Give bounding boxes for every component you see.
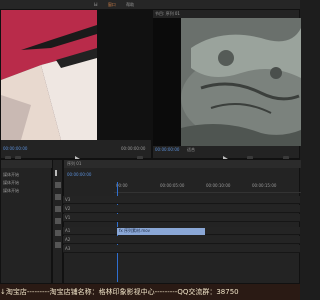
source-duration: 00:00:00:00 bbox=[121, 146, 146, 151]
program-monitor-panel: 节目: 序列 01 00:00:00:00 适合 bbox=[152, 9, 301, 162]
track-label-v3[interactable]: V3 bbox=[65, 197, 70, 202]
program-video-frame bbox=[181, 18, 301, 146]
slip-tool-icon[interactable] bbox=[55, 218, 61, 224]
menu-item-1[interactable]: Ы bbox=[94, 2, 98, 7]
project-row-1[interactable]: 媒体开始 bbox=[3, 172, 19, 177]
program-timecode[interactable]: 00:00:00:00 bbox=[155, 147, 179, 152]
pen-tool-icon[interactable] bbox=[55, 230, 61, 236]
project-panel: 媒体开始 媒体开始 媒体开始 bbox=[0, 159, 53, 284]
tools-panel bbox=[52, 159, 63, 284]
program-title[interactable]: 节目: 序列 01 bbox=[155, 11, 180, 16]
track-v2: V2 bbox=[63, 205, 300, 213]
project-row-2[interactable]: 媒体开始 bbox=[3, 180, 19, 185]
track-label-v1[interactable]: V1 bbox=[65, 215, 70, 220]
project-panel-header bbox=[1, 160, 53, 168]
track-label-a2[interactable]: A2 bbox=[65, 237, 70, 242]
ripple-tool-icon[interactable] bbox=[55, 194, 61, 200]
track-label-a1[interactable]: A1 bbox=[65, 228, 70, 233]
source-monitor-panel: 00:00:00:00 00:00:00:00 bbox=[0, 9, 153, 162]
track-label-a3[interactable]: A3 bbox=[65, 246, 70, 251]
timeline-tab[interactable]: 序列 01 bbox=[67, 161, 81, 166]
watermark-banner: ↓淘宝店---------淘宝店铺名称：格林印象影视中心---------QQ交… bbox=[0, 284, 300, 300]
track-a3: A3 bbox=[63, 245, 300, 253]
track-v1: V1 bbox=[63, 214, 300, 222]
source-timecode[interactable]: 00:00:00:00 bbox=[3, 146, 27, 151]
timeline-clip[interactable]: fx 序列素材.mov bbox=[117, 228, 205, 235]
track-label-v2[interactable]: V2 bbox=[65, 206, 70, 211]
source-video-frame bbox=[1, 10, 97, 140]
track-select-tool-icon[interactable] bbox=[55, 182, 61, 188]
timeline-ruler[interactable]: 00:00 00:00:05:00 00:00:10:00 00:00:15:0… bbox=[114, 182, 301, 193]
hand-tool-icon[interactable] bbox=[55, 242, 61, 248]
razor-tool-icon[interactable] bbox=[55, 206, 61, 212]
selection-tool-icon[interactable] bbox=[55, 170, 63, 176]
menu-item-3[interactable]: 帮助 bbox=[126, 2, 134, 7]
program-left-matte bbox=[153, 18, 181, 146]
ruler-label-2: 00:00:05:00 bbox=[160, 183, 185, 188]
track-a2: A2 bbox=[63, 236, 300, 244]
menu-items: Ы 窗口 帮助 bbox=[94, 2, 143, 7]
menu-item-2[interactable]: 窗口 bbox=[108, 2, 116, 7]
ruler-label-3: 00:00:10:00 bbox=[206, 183, 231, 188]
timeline-timecode[interactable]: 00:00:00:00 bbox=[67, 172, 91, 177]
program-frame-image bbox=[181, 18, 301, 146]
timeline-tab-bar: 序列 01 bbox=[64, 160, 301, 168]
track-v3: V3 bbox=[63, 196, 300, 204]
source-monitor-blank bbox=[97, 10, 153, 140]
project-row-3[interactable]: 媒体开始 bbox=[3, 188, 19, 193]
ruler-label-4: 00:00:15:00 bbox=[252, 183, 277, 188]
program-fit-select[interactable]: 适合 bbox=[187, 147, 195, 152]
source-frame-image bbox=[1, 10, 97, 140]
